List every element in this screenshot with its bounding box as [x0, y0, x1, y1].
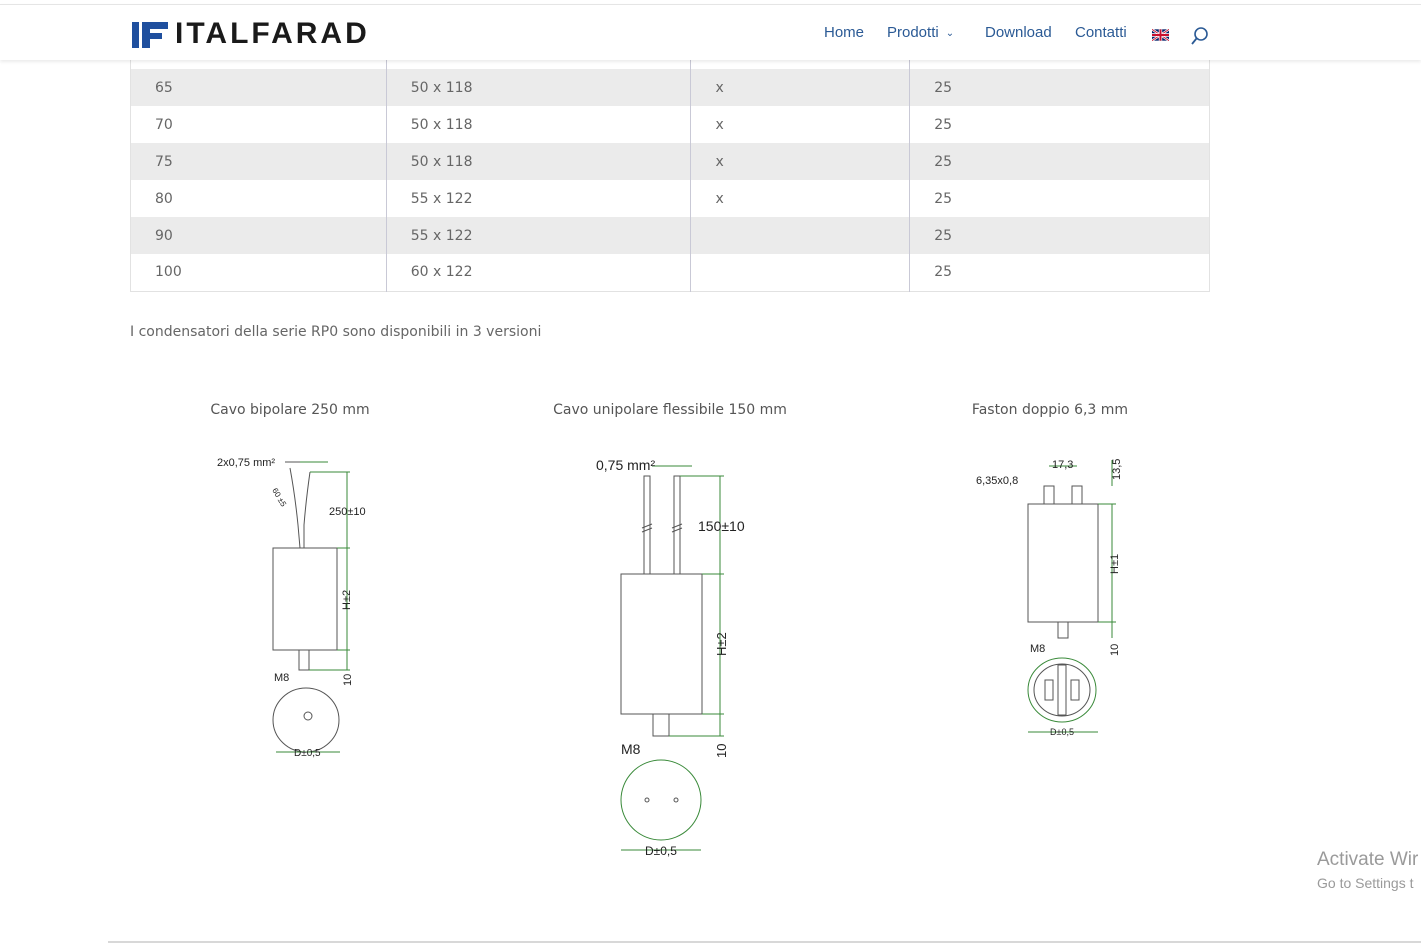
version-title-faston: Faston doppio 6,3 mm	[971, 402, 1129, 418]
label-wire: 0,75 mm²	[596, 457, 655, 473]
nav-prodotti-label: Prodotti	[887, 24, 939, 41]
label-spacing: 17,3	[1052, 459, 1073, 471]
cell-pack: 25	[909, 143, 1210, 180]
cell-pack: 25	[909, 217, 1210, 254]
cell-pack: 25	[909, 180, 1210, 217]
windows-activation-watermark: Activate Wir Go to Settings t	[1317, 849, 1418, 891]
label-height: H±2	[341, 590, 353, 610]
search-icon[interactable]	[1190, 26, 1210, 46]
cell-dimensions: 50 x 118	[385, 143, 691, 180]
nav-download[interactable]: Download	[985, 23, 1052, 43]
watermark-subtitle: Go to Settings t	[1317, 875, 1414, 891]
nav-prodotti[interactable]: Prodotti ⌄	[887, 23, 954, 45]
cell-dimensions: 60 x 122	[385, 254, 691, 291]
faston-drawing: 6,35x0,8 17,3 13,5 H±1 M8 10 D±0,5	[976, 459, 1123, 737]
label-diameter: D±0,5	[294, 748, 321, 759]
table-row: 90 55 x 122 25	[130, 217, 1210, 254]
cell-availability: x	[690, 180, 910, 217]
table-row: 65 50 x 118 x 25	[130, 69, 1210, 106]
table-cell	[690, 60, 910, 69]
bipolar-cable-drawing: 2x0,75 mm² 250±10 60 ±5 H±2 M8 10 D±0,5	[217, 457, 366, 759]
site-header: ITALFARAD Home Prodotti ⌄ Download Contat…	[0, 4, 1421, 60]
table-row: 100 60 x 122 25	[130, 254, 1210, 291]
table-row: 80 55 x 122 x 25	[130, 180, 1210, 217]
table-cell	[130, 60, 387, 69]
label-bolt: M8	[621, 741, 641, 757]
bottom-divider	[108, 941, 1421, 943]
cell-dimensions: 55 x 122	[385, 217, 691, 254]
version-title-bipolar: Cavo bipolare 250 mm	[210, 402, 370, 418]
cell-capacity: 70	[130, 106, 387, 143]
table-row: 70 50 x 118 x 25	[130, 106, 1210, 143]
label-length: 250±10	[329, 506, 366, 518]
cell-availability: x	[690, 69, 910, 106]
label-bolt-len: 10	[714, 744, 729, 758]
cell-availability	[690, 254, 910, 291]
label-height: H±1	[1109, 554, 1121, 574]
cell-capacity: 80	[130, 180, 387, 217]
cell-availability	[690, 217, 910, 254]
watermark-title: Activate Wir	[1317, 849, 1419, 870]
label-small: 60 ±5	[270, 487, 288, 509]
cell-capacity: 90	[130, 217, 387, 254]
cell-availability: x	[690, 143, 910, 180]
cell-dimensions: 50 x 118	[385, 69, 691, 106]
cell-dimensions: 50 x 118	[385, 106, 691, 143]
cell-capacity: 100	[130, 254, 387, 291]
label-bolt: M8	[1030, 643, 1045, 655]
label-diameter: D±0,5	[1050, 727, 1074, 737]
label-height: H±2	[714, 632, 729, 656]
cell-dimensions: 55 x 122	[385, 180, 691, 217]
nav-home[interactable]: Home	[824, 23, 864, 43]
label-diameter: D±0,5	[645, 844, 677, 858]
nav-contatti[interactable]: Contatti	[1075, 23, 1127, 43]
logo-wordmark: ITALFARAD	[175, 17, 370, 50]
table-row: 75 50 x 118 x 25	[130, 143, 1210, 180]
cell-pack: 25	[909, 69, 1210, 106]
unipolar-cable-drawing: 0,75 mm² 150±10 H±2 M8 10 D±0,5	[596, 457, 745, 858]
cell-capacity: 75	[130, 143, 387, 180]
site-logo[interactable]: ITALFARAD	[131, 17, 367, 51]
label-wire: 2x0,75 mm²	[217, 457, 275, 469]
logo-mark-icon	[132, 22, 168, 48]
spec-table: 65 50 x 118 x 25 70 50 x 118 x 25 75 50 …	[130, 60, 1210, 292]
table-row	[130, 60, 1210, 69]
chevron-down-icon: ⌄	[945, 28, 955, 39]
intro-text: I condensatori della serie RP0 sono disp…	[130, 324, 542, 340]
uk-flag-icon[interactable]	[1152, 29, 1169, 41]
cell-availability: x	[690, 106, 910, 143]
table-cell	[385, 60, 691, 69]
label-bolt-len: 10	[1109, 644, 1121, 656]
cell-capacity: 65	[130, 69, 387, 106]
label-top: 13,5	[1111, 459, 1123, 480]
label-bolt-len: 10	[342, 674, 354, 686]
cell-pack: 25	[909, 254, 1210, 291]
label-length: 150±10	[698, 518, 745, 534]
label-faston: 6,35x0,8	[976, 475, 1018, 487]
label-bolt: M8	[274, 672, 289, 684]
table-cell	[909, 60, 1210, 69]
cell-pack: 25	[909, 106, 1210, 143]
version-title-unipolar: Cavo unipolare flessibile 150 mm	[553, 402, 787, 418]
